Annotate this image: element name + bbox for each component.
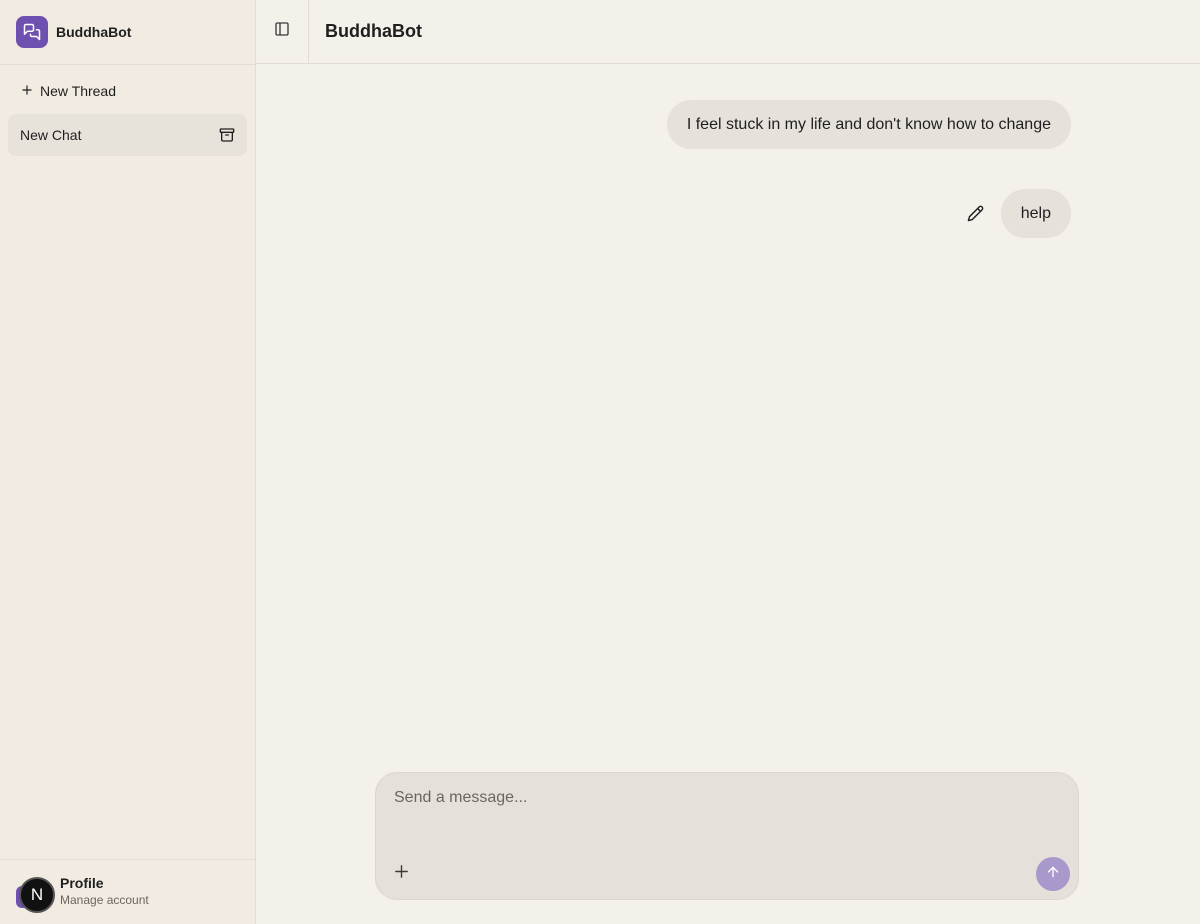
new-thread-label: New Thread <box>40 83 117 99</box>
archive-icon[interactable] <box>219 127 235 143</box>
profile-subtitle: Manage account <box>60 893 149 907</box>
avatar: N <box>16 876 55 913</box>
user-message: I feel stuck in my life and don't know h… <box>666 100 1071 149</box>
chat-bubbles-icon <box>16 16 48 48</box>
brand-name: BuddhaBot <box>56 24 132 40</box>
profile-button[interactable]: N Profile Manage account <box>0 859 255 924</box>
composer <box>375 772 1079 900</box>
sidebar-toggle-button[interactable] <box>256 0 309 64</box>
sidebar: BuddhaBot New Thread New Chat N Profile … <box>0 0 256 924</box>
header: BuddhaBot <box>256 0 1200 64</box>
arrow-up-icon <box>1045 864 1061 885</box>
plus-icon <box>393 863 410 885</box>
profile-name: Profile <box>60 875 104 891</box>
main-panel: BuddhaBot I feel stuck in my life and do… <box>256 0 1200 924</box>
profile-text: Profile Manage account <box>60 875 149 909</box>
send-button[interactable] <box>1036 857 1070 891</box>
user-message: help <box>1000 189 1071 238</box>
attach-button[interactable] <box>390 863 412 885</box>
avatar-letter: N <box>19 877 55 913</box>
brand: BuddhaBot <box>0 0 255 65</box>
thread-item[interactable]: New Chat <box>8 114 247 156</box>
pencil-icon[interactable] <box>965 203 985 223</box>
page-title: BuddhaBot <box>325 21 422 41</box>
message-input[interactable] <box>394 789 1054 849</box>
sidebar-toggle-icon <box>274 21 290 42</box>
plus-icon <box>20 83 34 100</box>
new-thread-button[interactable]: New Thread <box>8 78 247 104</box>
thread-item-label: New Chat <box>20 127 82 143</box>
app-window: BuddhaBot New Thread New Chat N Profile … <box>0 0 1200 924</box>
